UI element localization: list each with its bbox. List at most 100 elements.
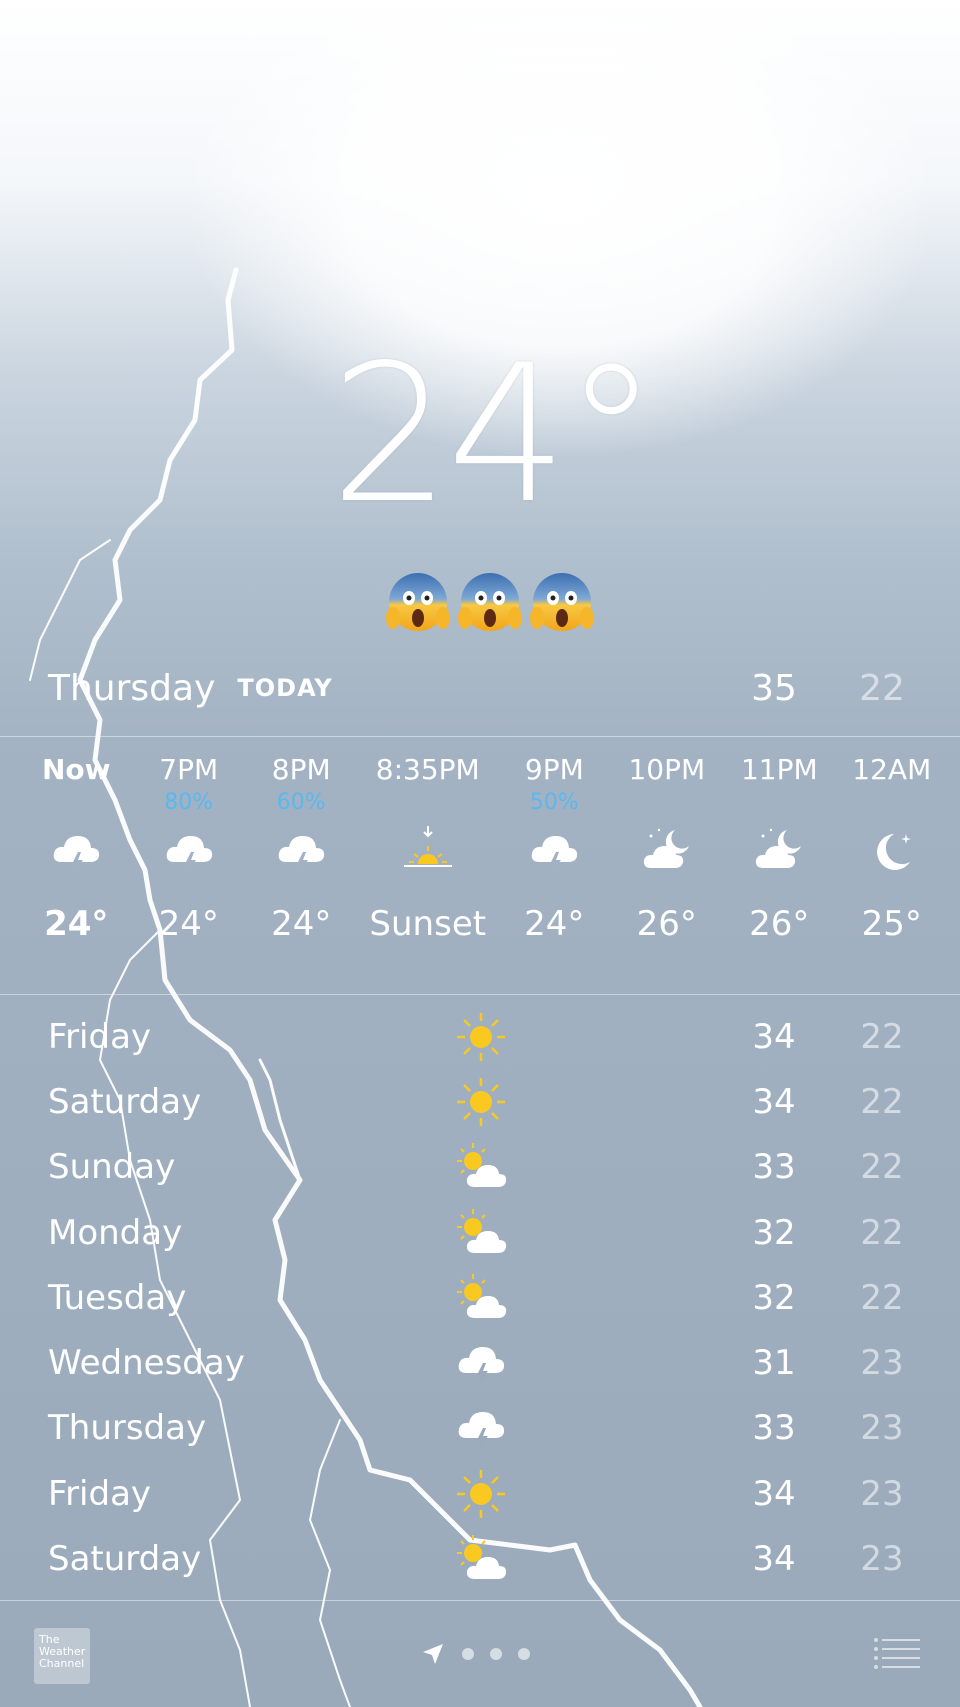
daily-day: Friday [48, 1016, 152, 1057]
daily-high: 34 [752, 1081, 796, 1122]
daily-low: 23 [860, 1473, 904, 1514]
partly-cloudy-night-icon [756, 828, 802, 868]
hour-precip: 80% [164, 790, 214, 815]
face-screaming-in-fear-icon [386, 573, 450, 631]
hour-time: 8:35PM [375, 753, 480, 786]
current-temperature: 24° [330, 324, 659, 545]
daily-high: 31 [752, 1343, 796, 1384]
daily-low: 23 [860, 1408, 904, 1449]
thunderstorm-icon [458, 1412, 505, 1451]
daily-day: Monday [48, 1212, 183, 1253]
daily-day: Sunday [48, 1147, 176, 1188]
hour-time: 7PM [159, 753, 219, 786]
thunderstorm-icon [166, 836, 212, 874]
daily-day: Thursday [48, 1408, 207, 1449]
daily-row: Friday 34 23 [48, 1461, 912, 1526]
page-dot [518, 1648, 530, 1660]
daily-day: Tuesday [48, 1277, 187, 1318]
daily-row: Thursday 33 23 [48, 1396, 912, 1461]
partly-cloudy-night-icon [643, 828, 689, 868]
thunderstorm-icon [531, 836, 578, 874]
daily-low: 22 [860, 1277, 904, 1318]
hour-time: 11PM [740, 753, 818, 786]
hourly-item: Now 24° [20, 752, 132, 972]
sunny-icon [457, 1012, 505, 1061]
daily-low: 23 [860, 1539, 904, 1580]
hour-time: Now [41, 753, 111, 786]
hourly-item: 10PM 26° [611, 752, 723, 972]
daily-row: Tuesday 32 22 [48, 1265, 912, 1330]
daily-high: 33 [752, 1408, 796, 1449]
hourly-forecast-strip[interactable]: Now 24° 7PM 80% 24° 8PM 60% 24° 8:35PM S… [20, 752, 948, 972]
hourly-item: 11PM 26° [723, 752, 835, 972]
city-list-icon[interactable] [872, 1636, 922, 1670]
hour-temp: 26° [749, 904, 810, 944]
partly-cloudy-icon [457, 1208, 507, 1253]
daily-low: 22 [860, 1147, 904, 1188]
hour-time: 8PM [271, 753, 331, 786]
daily-high: 33 [752, 1147, 796, 1188]
daily-low: 23 [860, 1343, 904, 1384]
daily-high: 34 [752, 1473, 796, 1514]
daily-row: Saturday 34 22 [48, 1069, 912, 1134]
thunderstorm-icon [458, 1347, 505, 1386]
hour-temp: 24° [271, 904, 332, 944]
thunderstorm-icon [278, 836, 325, 874]
hourly-item: 7PM 80% 24° [132, 752, 244, 972]
hour-time: 9PM [524, 753, 584, 786]
daily-high: 32 [752, 1277, 796, 1318]
sunny-icon [457, 1469, 505, 1518]
today-high: 35 [751, 667, 797, 709]
hourly-item: 8PM 60% 24° [245, 752, 357, 972]
hour-temp: 25° [861, 904, 922, 944]
hourly-item: 8:35PM Sunset [357, 752, 498, 972]
daily-high: 34 [752, 1539, 796, 1580]
today-summary-row: Thursday TODAY 35 22 [48, 660, 912, 716]
hour-temp: 24° [524, 904, 585, 944]
hourly-item: 12AM 25° [836, 752, 948, 972]
daily-day: Wednesday [48, 1343, 245, 1384]
daily-row: Saturday 34 23 [48, 1526, 912, 1591]
partly-cloudy-icon [457, 1143, 507, 1188]
daily-top-divider [0, 994, 960, 995]
daily-low: 22 [860, 1016, 904, 1057]
daily-row: Monday 32 22 [48, 1200, 912, 1265]
hour-time: 10PM [628, 753, 706, 786]
hourly-item: 9PM 50% 24° [498, 752, 610, 972]
daily-day: Saturday [48, 1081, 202, 1122]
daily-day: Saturday [48, 1539, 202, 1580]
hourly-top-divider [0, 736, 960, 737]
daily-high: 34 [752, 1016, 796, 1057]
hour-temp: 24° [44, 904, 109, 944]
face-screaming-in-fear-icon [458, 573, 522, 631]
daily-high: 32 [752, 1212, 796, 1253]
footer-divider [0, 1600, 960, 1601]
hour-time: 12AM [852, 753, 932, 786]
hour-temp: 26° [636, 904, 697, 944]
location-arrow-icon [423, 1644, 443, 1664]
daily-row: Wednesday 31 23 [48, 1330, 912, 1395]
today-low: 22 [859, 667, 905, 709]
hour-temp: Sunset [369, 904, 487, 944]
partly-cloudy-icon [457, 1273, 507, 1318]
clear-night-icon [876, 834, 911, 870]
daily-low: 22 [860, 1212, 904, 1253]
today-tag: TODAY [237, 674, 333, 702]
today-day-label: Thursday [48, 667, 216, 709]
hour-precip: 50% [529, 790, 579, 815]
daily-forecast-list[interactable]: Friday 34 22 Saturday 34 22 Sunday 33 22… [48, 1004, 912, 1592]
face-screaming-in-fear-icon [530, 573, 594, 631]
thunderstorm-icon [53, 836, 100, 874]
sunset-icon [403, 826, 452, 867]
daily-row: Friday 34 22 [48, 1004, 912, 1069]
hour-precip: 60% [276, 790, 326, 815]
sunny-icon [457, 1077, 505, 1126]
daily-low: 22 [860, 1081, 904, 1122]
daily-day: Friday [48, 1473, 152, 1514]
daily-row: Sunday 33 22 [48, 1135, 912, 1200]
page-indicator[interactable] [420, 1640, 530, 1668]
condition-emoji-group [375, 570, 605, 640]
page-dot [490, 1648, 502, 1660]
hour-temp: 24° [158, 904, 219, 944]
weather-channel-logo[interactable]: The Weather Channel [34, 1628, 90, 1684]
